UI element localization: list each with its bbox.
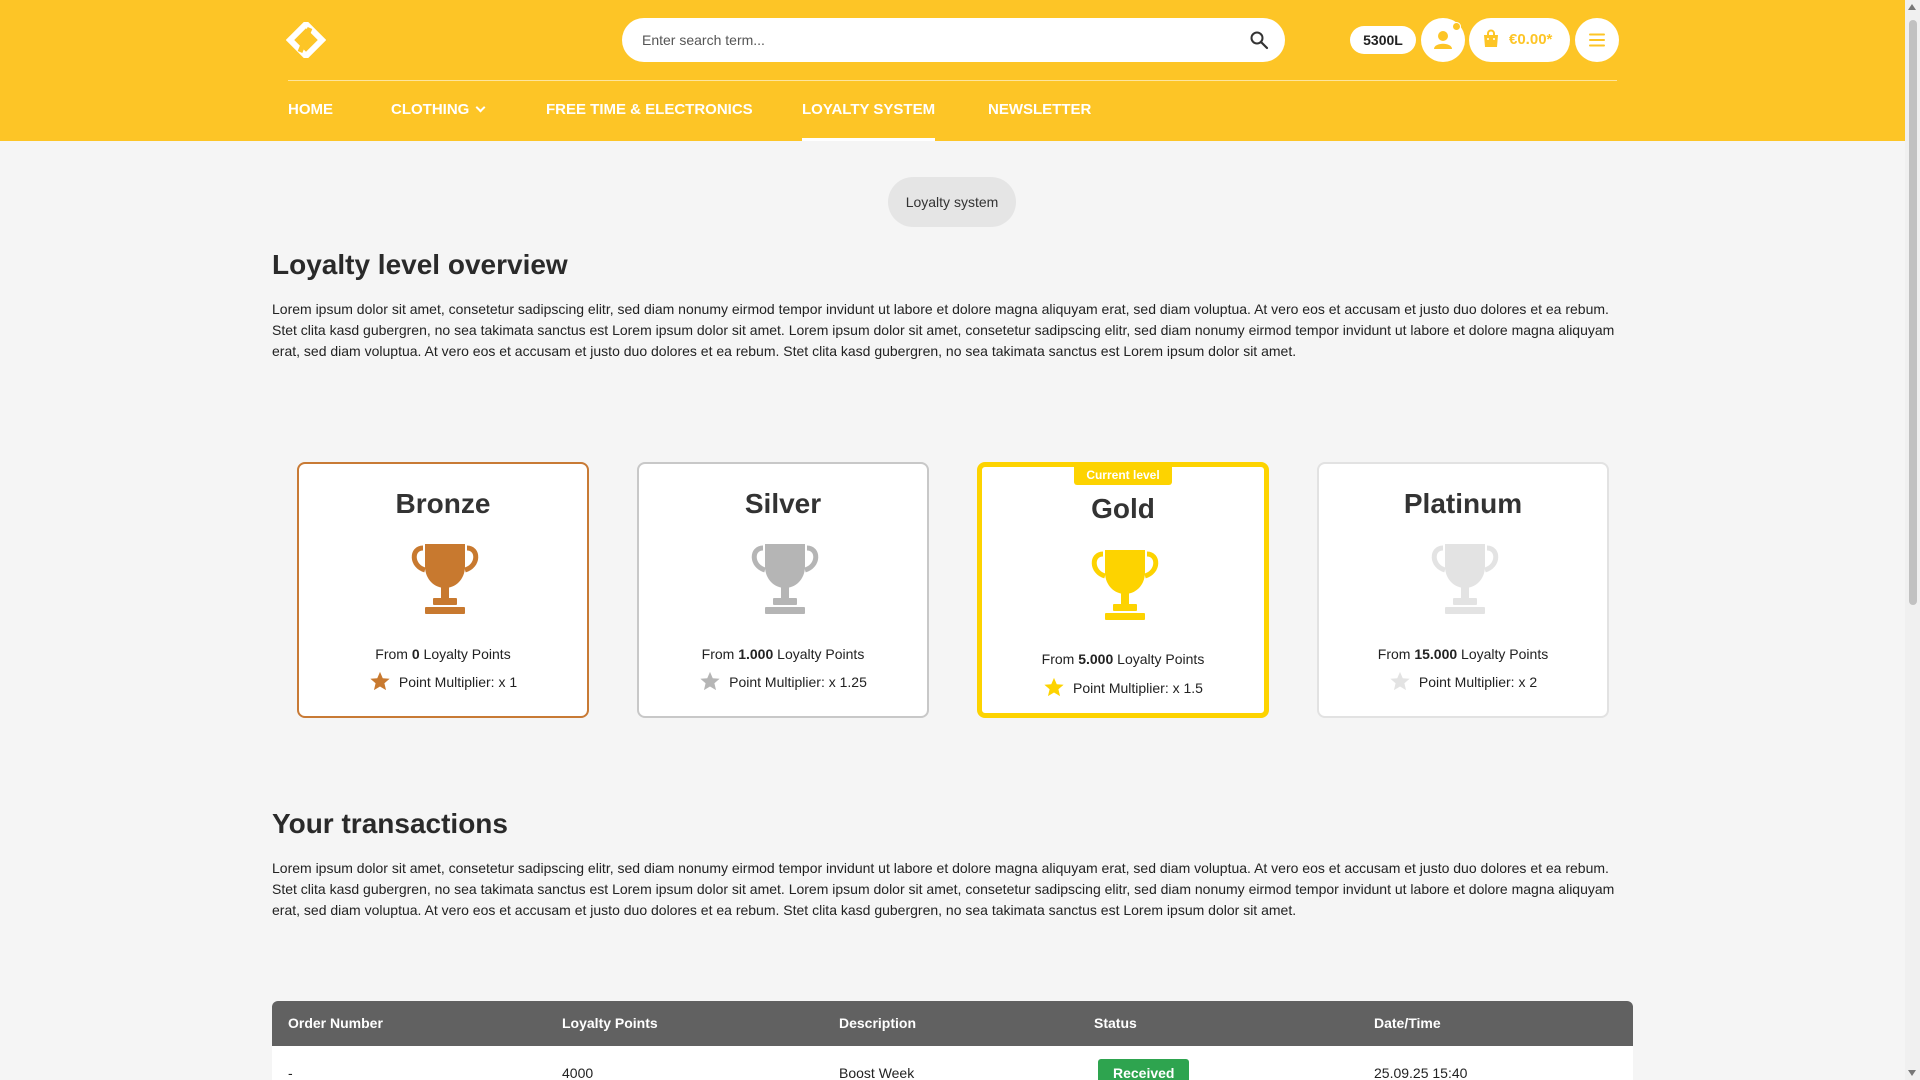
star-icon — [1044, 677, 1064, 697]
level-name: Gold — [1091, 493, 1155, 524]
nav-newsletter[interactable]: NEWSLETTER — [988, 90, 1091, 141]
column-header[interactable]: Order Number — [288, 1001, 383, 1046]
overview-title: Loyalty level overview — [272, 249, 568, 280]
transactions-text: Lorem ipsum dolor sit amet, consetetur s… — [272, 860, 1615, 918]
level-name: Silver — [744, 488, 822, 519]
level-card-gold: Current level Gold From 5.000 Loyalty Po… — [977, 462, 1269, 718]
cell-loyalty-points: 4000 — [562, 1065, 594, 1080]
trophy-icon — [411, 544, 479, 614]
level-multiplier: Point Multiplier: x 1.25 — [639, 670, 927, 692]
chevron-down-icon — [475, 102, 486, 113]
nav-clothing[interactable]: CLOTHING — [391, 90, 486, 141]
scroll-down-arrow[interactable] — [1908, 1070, 1916, 1076]
site-header: 5300L €0.00* HOME CLOTHING FREE TIME & E… — [0, 0, 1905, 141]
table-row: - 4000 Boost Week Received 25.09.25 15:4… — [272, 1046, 1633, 1080]
level-name: Platinum — [1403, 488, 1523, 519]
header-divider — [288, 80, 1617, 81]
level-threshold: From 5.000 Loyalty Points — [1041, 651, 1205, 667]
level-card-silver: Silver From 1.000 Loyalty Points Point M… — [637, 462, 929, 718]
logo-icon[interactable] — [286, 22, 326, 58]
column-header[interactable]: Status — [1094, 1001, 1137, 1046]
nav-home[interactable]: HOME — [288, 90, 333, 141]
scroll-up-arrow[interactable] — [1908, 4, 1916, 10]
star-icon — [370, 671, 390, 691]
cart-button[interactable]: €0.00* — [1469, 18, 1570, 62]
cell-order-number: - — [288, 1065, 293, 1080]
page-scrollbar[interactable] — [1905, 0, 1920, 1080]
level-card-platinum: Platinum From 15.000 Loyalty Points Poin… — [1317, 462, 1609, 718]
trophy-icon — [1091, 550, 1159, 620]
menu-button[interactable] — [1575, 18, 1619, 62]
level-name: Bronze — [395, 488, 491, 519]
transactions-table: Order Number Loyalty Points Description … — [272, 1001, 1633, 1080]
star-icon — [1390, 671, 1410, 691]
breadcrumb[interactable]: Loyalty system — [888, 177, 1016, 227]
scroll-thumb[interactable] — [1909, 20, 1917, 605]
level-multiplier: Point Multiplier: x 2 — [1319, 670, 1607, 692]
cell-description: Boost Week — [839, 1065, 915, 1080]
loyalty-points-badge[interactable]: 5300L — [1350, 26, 1416, 54]
current-level-badge: Current level — [1074, 465, 1172, 485]
cell-datetime: 25.09.25 15:40 — [1374, 1065, 1468, 1080]
trophy-icon — [751, 544, 819, 614]
overview-text: Lorem ipsum dolor sit amet, consetetur s… — [272, 301, 1615, 359]
trophy-icon — [1431, 544, 1499, 614]
column-header[interactable]: Date/Time — [1374, 1001, 1441, 1046]
nav-clothing-label: CLOTHING — [391, 101, 470, 118]
notification-dot — [1452, 22, 1461, 31]
table-header: Order Number Loyalty Points Description … — [272, 1001, 1633, 1046]
nav-loyalty-system[interactable]: LOYALTY SYSTEM — [802, 90, 936, 141]
shopping-bag-icon — [1484, 29, 1498, 47]
level-threshold: From 15.000 Loyalty Points — [1377, 646, 1549, 662]
status-badge: Received — [1098, 1059, 1190, 1080]
search-input[interactable] — [642, 18, 1222, 62]
level-card-bronze: Bronze From 0 Loyalty Points Point Multi… — [297, 462, 589, 718]
column-header[interactable]: Loyalty Points — [562, 1001, 658, 1046]
level-multiplier: Point Multiplier: x 1.5 — [982, 676, 1264, 698]
search-bar — [622, 18, 1285, 62]
level-threshold: From 1.000 Loyalty Points — [701, 646, 865, 662]
account-button[interactable] — [1421, 18, 1465, 62]
star-icon — [700, 671, 720, 691]
search-icon[interactable] — [1249, 30, 1269, 50]
cart-amount: €0.00* — [1509, 31, 1553, 48]
column-header[interactable]: Description — [839, 1001, 916, 1046]
transactions-title: Your transactions — [272, 808, 508, 839]
level-threshold: From 0 Loyalty Points — [375, 646, 511, 662]
hamburger-menu-icon — [1589, 33, 1605, 47]
nav-free-time-electronics[interactable]: FREE TIME & ELECTRONICS — [546, 90, 753, 141]
level-multiplier: Point Multiplier: x 1 — [299, 670, 587, 692]
